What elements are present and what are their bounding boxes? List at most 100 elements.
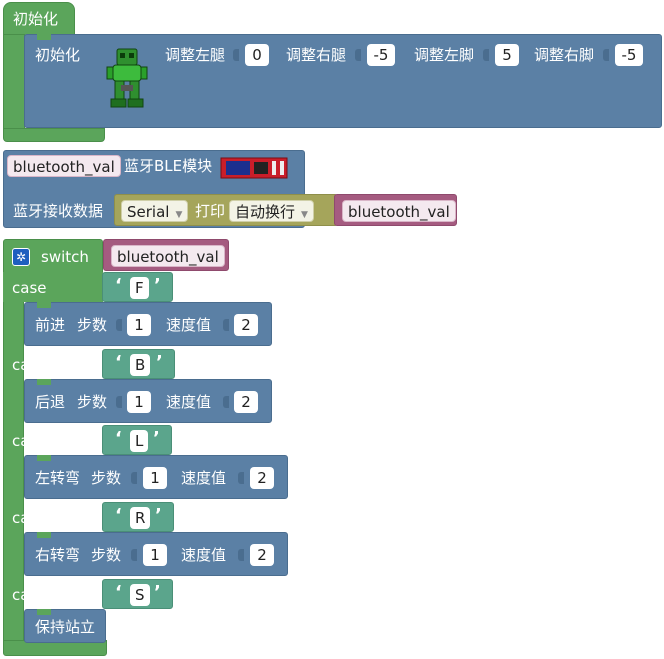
- block-notch: [37, 455, 51, 461]
- speed-field[interactable]: 2: [250, 467, 274, 489]
- block-notch: [37, 532, 51, 538]
- gear-icon[interactable]: ✲: [12, 248, 30, 266]
- input-bump: [223, 319, 229, 331]
- speed-label: 速度值: [166, 393, 212, 411]
- case-value-field[interactable]: L: [130, 430, 149, 452]
- stand-still-block[interactable]: 保持站立: [24, 609, 106, 643]
- left-leg-value-field[interactable]: 0: [245, 44, 269, 66]
- ble-module-label: 蓝牙BLE模块: [124, 157, 213, 175]
- input-bump: [355, 49, 361, 61]
- switch-var-field[interactable]: bluetooth_val: [111, 245, 225, 267]
- case-text-block[interactable]: ‘ F ’: [102, 272, 173, 302]
- input-bump: [223, 396, 229, 408]
- close-quote-icon: ’: [155, 505, 162, 526]
- init-robot-block[interactable]: 初始化 调整左腿 0 调整右腿 -5 调整左脚 5 调整右脚 -5: [24, 34, 662, 128]
- input-bump: [483, 49, 489, 61]
- serial-port-dropdown[interactable]: Serial ▼: [121, 200, 189, 222]
- case-value-field[interactable]: F: [130, 277, 149, 299]
- case-label: case: [12, 356, 47, 374]
- steps-field[interactable]: 1: [143, 467, 167, 489]
- case-text-block[interactable]: ‘ B ’: [102, 349, 175, 379]
- steps-label: 步数: [77, 393, 108, 411]
- left-foot-label: 调整左脚: [414, 46, 475, 64]
- action-label: 保持站立: [35, 618, 96, 636]
- action-label: 右转弯: [35, 546, 81, 564]
- steps-label: 步数: [91, 546, 122, 564]
- ble-module-image: [220, 157, 288, 179]
- open-quote-icon: ‘: [115, 352, 122, 373]
- robot-image: [106, 48, 148, 108]
- case-label: case: [12, 279, 47, 297]
- right-foot-value-field[interactable]: -5: [615, 44, 643, 66]
- speed-field[interactable]: 2: [234, 314, 258, 336]
- init-hat-label: 初始化: [13, 10, 59, 28]
- case-label: case: [12, 509, 47, 527]
- input-bump: [116, 319, 122, 331]
- init-robot-label: 初始化: [35, 46, 81, 64]
- steps-field[interactable]: 1: [127, 314, 151, 336]
- case-text-block[interactable]: ‘ S ’: [102, 579, 173, 609]
- switch-var-block[interactable]: bluetooth_val: [103, 239, 229, 271]
- case-text-block[interactable]: ‘ R ’: [102, 502, 174, 532]
- switch-label: switch: [41, 248, 89, 266]
- close-quote-icon: ’: [153, 428, 160, 449]
- open-quote-icon: ‘: [115, 582, 122, 603]
- close-quote-icon: ’: [154, 582, 161, 603]
- input-bump: [603, 49, 609, 61]
- action-label: 左转弯: [35, 469, 81, 487]
- right-leg-label: 调整右腿: [286, 46, 347, 64]
- init-hat-block[interactable]: 初始化: [3, 2, 75, 36]
- open-quote-icon: ‘: [115, 275, 122, 296]
- move-block[interactable]: 左转弯 步数 1 速度值 2: [24, 455, 288, 499]
- newline-value: 自动换行: [235, 203, 296, 221]
- serial-print-block[interactable]: Serial ▼ 打印 自动换行 ▼: [114, 194, 338, 226]
- input-bump: [131, 472, 137, 484]
- move-block[interactable]: 后退 步数 1 速度值 2: [24, 379, 272, 423]
- print-var-block[interactable]: bluetooth_val: [334, 194, 457, 226]
- input-bump: [238, 549, 244, 561]
- input-bump: [238, 472, 244, 484]
- left-foot-value-field[interactable]: 5: [495, 44, 519, 66]
- move-block[interactable]: 右转弯 步数 1 速度值 2: [24, 532, 288, 576]
- block-notch: [37, 609, 51, 615]
- steps-field[interactable]: 1: [143, 544, 167, 566]
- open-quote-icon: ‘: [115, 505, 122, 526]
- action-label: 后退: [35, 393, 66, 411]
- ble-var-field[interactable]: bluetooth_val: [7, 155, 121, 177]
- speed-label: 速度值: [166, 316, 212, 334]
- left-leg-label: 调整左腿: [165, 46, 226, 64]
- block-notch: [37, 34, 51, 40]
- right-leg-value-field[interactable]: -5: [367, 44, 395, 66]
- print-var-field[interactable]: bluetooth_val: [342, 200, 456, 222]
- close-quote-icon: ’: [156, 352, 163, 373]
- steps-label: 步数: [91, 469, 122, 487]
- open-quote-icon: ‘: [115, 428, 122, 449]
- dropdown-arrow-icon: ▼: [175, 210, 183, 220]
- speed-field[interactable]: 2: [234, 391, 258, 413]
- move-block[interactable]: 前进 步数 1 速度值 2: [24, 302, 272, 346]
- block-notch: [37, 379, 51, 385]
- dropdown-arrow-icon: ▼: [301, 210, 308, 220]
- case-value-field[interactable]: S: [130, 584, 150, 606]
- action-label: 前进: [35, 316, 66, 334]
- serial-port-value: Serial: [127, 203, 170, 221]
- input-bump: [116, 396, 122, 408]
- case-text-block[interactable]: ‘ L ’: [102, 425, 172, 455]
- switch-block[interactable]: ✲ switch: [3, 239, 103, 273]
- speed-field[interactable]: 2: [250, 544, 274, 566]
- case-value-field[interactable]: B: [130, 354, 151, 376]
- steps-field[interactable]: 1: [127, 391, 151, 413]
- print-label: 打印: [195, 202, 226, 220]
- speed-label: 速度值: [181, 469, 227, 487]
- steps-label: 步数: [77, 316, 108, 334]
- init-hat-body: [3, 34, 25, 130]
- case-label: case: [12, 586, 47, 604]
- init-hat-footer: [3, 128, 105, 142]
- input-bump: [233, 49, 239, 61]
- newline-dropdown[interactable]: 自动换行 ▼: [229, 200, 314, 222]
- case-label: case: [12, 432, 47, 450]
- block-notch: [37, 302, 51, 308]
- close-quote-icon: ’: [154, 275, 161, 296]
- right-foot-label: 调整右脚: [534, 46, 595, 64]
- case-value-field[interactable]: R: [130, 507, 151, 529]
